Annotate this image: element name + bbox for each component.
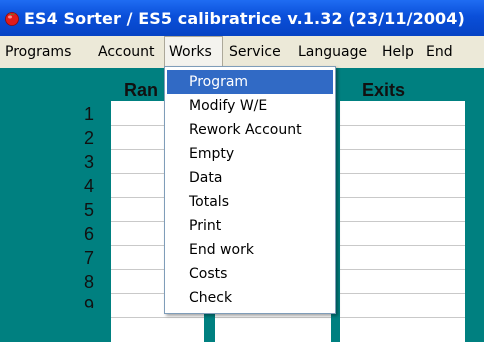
tomato-icon[interactable] — [4, 10, 20, 26]
menu-bar: Programs Account Works Service Language … — [0, 36, 484, 68]
row-number: 7 — [83, 248, 94, 268]
menu-item-totals[interactable]: Totals — [167, 190, 333, 214]
cell-divider — [340, 269, 465, 270]
cell-divider — [340, 293, 465, 294]
cell-divider — [340, 221, 465, 222]
exits-column[interactable] — [340, 101, 465, 342]
menu-item-program[interactable]: Program — [167, 70, 333, 94]
header-exits: Exits — [362, 80, 406, 100]
cell-divider — [340, 197, 465, 198]
row-number: 5 — [83, 200, 94, 220]
menu-item-print[interactable]: Print — [167, 214, 333, 238]
cell-divider — [340, 125, 465, 126]
menu-works[interactable]: Works — [164, 36, 223, 68]
row-number: 2 — [83, 128, 94, 148]
cell-divider — [340, 149, 465, 150]
menu-item-costs[interactable]: Costs — [167, 262, 333, 286]
menu-item-empty[interactable]: Empty — [167, 142, 333, 166]
menu-end[interactable]: End — [422, 36, 457, 68]
cell-divider — [340, 245, 465, 246]
menu-account[interactable]: Account — [94, 36, 159, 68]
title-bar[interactable]: ES4 Sorter / ES5 calibratrice v.1.32 (23… — [0, 0, 484, 36]
window-title: ES4 Sorter / ES5 calibratrice v.1.32 (23… — [24, 9, 465, 28]
row-number: 1 — [83, 104, 94, 124]
row-number: 9 — [83, 296, 94, 308]
menu-help[interactable]: Help — [378, 36, 418, 68]
menu-language[interactable]: Language — [294, 36, 371, 68]
cell-divider — [340, 317, 465, 318]
menu-item-modify-we[interactable]: Modify W/E — [167, 94, 333, 118]
row-number: 6 — [83, 224, 94, 244]
menu-item-data[interactable]: Data — [167, 166, 333, 190]
cell-divider — [111, 317, 204, 318]
works-dropdown-menu: Program Modify W/E Rework Account Empty … — [164, 66, 336, 314]
menu-item-check[interactable]: Check — [167, 286, 333, 310]
cell-divider — [340, 173, 465, 174]
menu-item-end-work[interactable]: End work — [167, 238, 333, 262]
cell-divider — [215, 317, 331, 318]
menu-service[interactable]: Service — [225, 36, 285, 68]
row-number: 3 — [83, 152, 94, 172]
row-number: 8 — [83, 272, 94, 292]
menu-item-rework-account[interactable]: Rework Account — [167, 118, 333, 142]
menu-programs[interactable]: Programs — [1, 36, 75, 68]
row-number: 4 — [83, 176, 94, 196]
header-range: Ran — [124, 80, 159, 100]
